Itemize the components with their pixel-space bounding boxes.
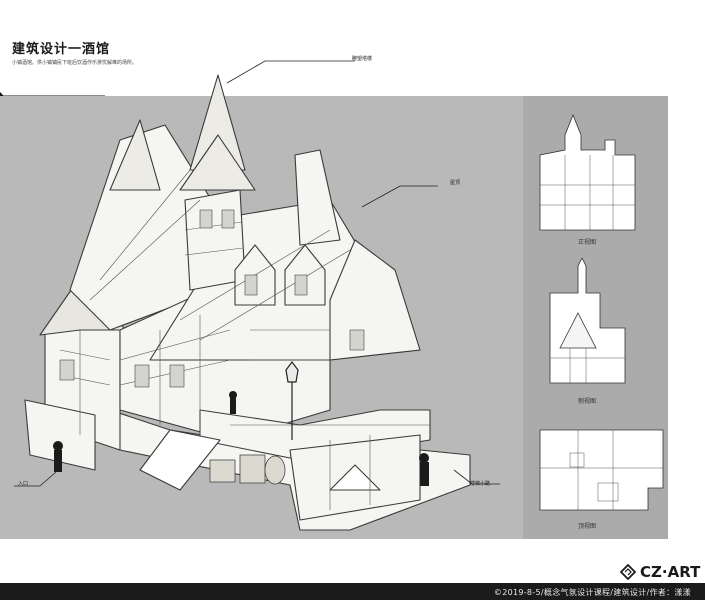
callout-lookout: 瞭望塔楼 [352, 56, 373, 62]
front-view-label: 正视图 [577, 239, 596, 246]
front-view-drawing [539, 113, 636, 231]
callout-roof-line [361, 185, 438, 208]
tavern-illustration [24, 74, 471, 531]
callout-roof: 屋顶 [450, 180, 461, 186]
side-view-label: 侧视图 [577, 398, 596, 405]
side-view-drawing [549, 258, 626, 384]
callout-entrance: 入口 [18, 481, 29, 487]
footer-credit: ©2019-8-5/概念气氛设计课程/建筑设计/作者：漾漾 [493, 588, 691, 597]
top-view-label: 顶视图 [577, 523, 596, 530]
top-view-drawing [539, 429, 664, 511]
cz-art-logo: CZ·ART [620, 563, 700, 581]
callout-back-stairs: 楼梯小路 [470, 481, 491, 487]
cz-logo-icon [620, 564, 636, 580]
logo-text: CZ·ART [640, 563, 701, 581]
